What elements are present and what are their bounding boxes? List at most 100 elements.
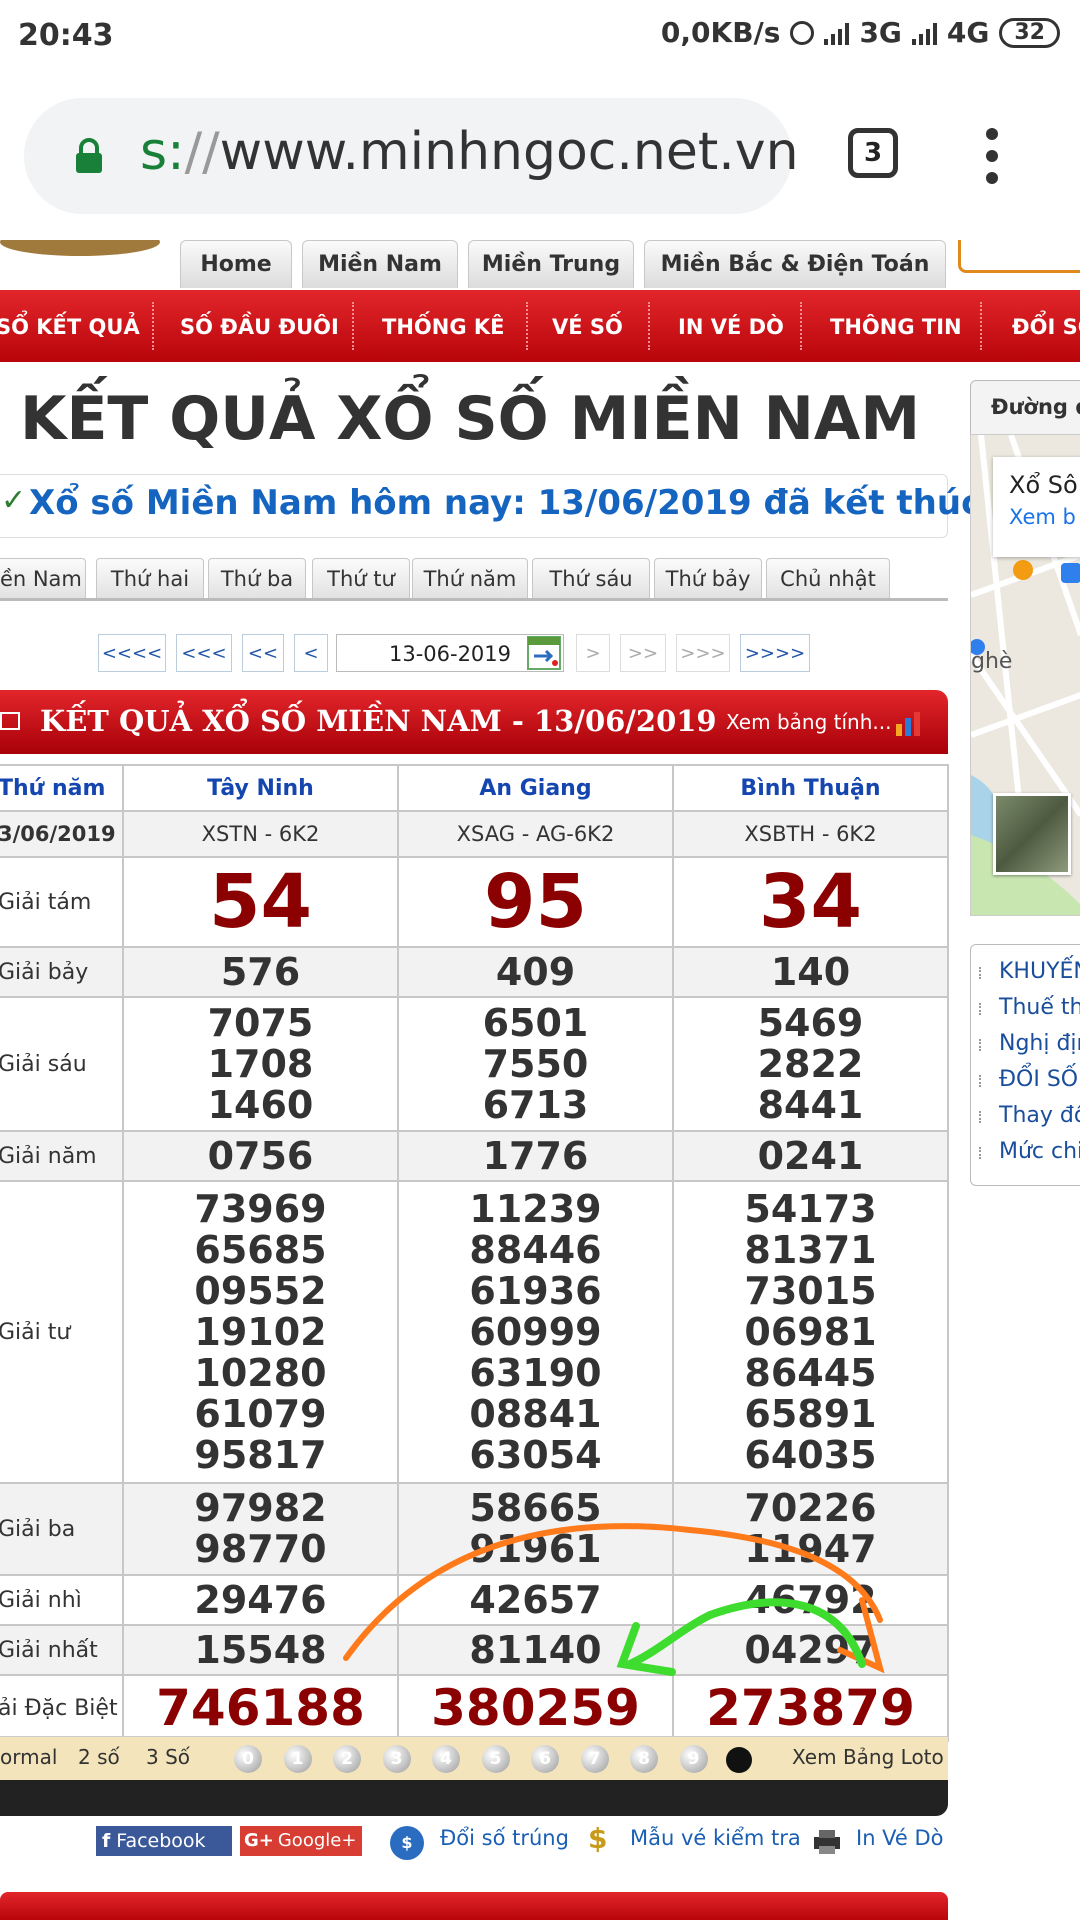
province-row: Thứ năm Tây Ninh An Giang Bình Thuận <box>0 764 949 812</box>
view-loto-link[interactable]: Xem Bảng Loto <box>792 1745 944 1769</box>
pager-prev[interactable]: < <box>294 634 328 672</box>
prize-row: Giải tư 73969 65685 09552 19102 10280 61079 958… <box>0 1180 949 1484</box>
info-link[interactable]: Nghị định <box>978 1031 1080 1056</box>
menu-doi-so[interactable]: ĐỔI SỐ <box>1012 290 1080 362</box>
google-plus-button[interactable]: G+ Google+ <box>240 1826 362 1856</box>
pager-next-3[interactable]: >>> <box>676 634 730 672</box>
prize-number: 70226 <box>744 1486 877 1530</box>
site-tab-mien-trung[interactable]: Miền Trung <box>468 240 634 288</box>
loto-ball[interactable]: 7 <box>580 1745 609 1773</box>
prize-cell: 29476 <box>122 1574 399 1626</box>
mode-normal[interactable]: ormal <box>0 1745 57 1769</box>
prize-row: Giải nhất 15548 81140 04297 <box>0 1624 949 1676</box>
prize-number: 81140 <box>469 1627 602 1672</box>
loto-ball[interactable]: 0 <box>234 1745 262 1773</box>
prize-number: 46792 <box>744 1577 877 1622</box>
loto-ball[interactable]: 2 <box>333 1745 361 1773</box>
menu-thong-ke[interactable]: THỐNG KÊ <box>382 290 505 362</box>
info-link[interactable]: Thay đổi <box>978 1103 1080 1128</box>
in-ve-link[interactable]: In Vé Dò <box>856 1826 944 1850</box>
prize-label: Giải nhất <box>0 1624 124 1676</box>
doi-so-link[interactable]: Đổi số trúng <box>440 1826 569 1850</box>
prize-number: 06981 <box>744 1309 877 1354</box>
day-tab-thu-sau[interactable]: Thứ sáu <box>532 558 650 598</box>
view-table-link[interactable]: Xem bảng tính... <box>726 710 891 734</box>
site-tab-home[interactable]: Home <box>180 240 292 288</box>
pager-next[interactable]: > <box>576 634 610 672</box>
pager-last[interactable]: >>>> <box>740 634 810 672</box>
menu-so-dau-duoi[interactable]: SỐ ĐẦU ĐUÔI <box>180 290 339 362</box>
tab-switcher-button[interactable]: 3 <box>848 128 898 178</box>
day-tab-thu-ba[interactable]: Thứ ba <box>208 558 306 598</box>
prize-number: 08841 <box>469 1391 602 1436</box>
menu-so-ket-qua[interactable]: SỔ KẾT QUẢ <box>0 290 140 362</box>
info-link[interactable]: Mức chi <box>978 1139 1080 1164</box>
menu-thong-tin[interactable]: THÔNG TIN <box>830 290 962 362</box>
overflow-menu-icon[interactable] <box>986 128 998 184</box>
notice-text[interactable]: Xổ số Miền Nam hôm nay: 13/06/2019 đã kế… <box>29 483 1023 523</box>
url-text[interactable]: s://www.minhngoc.net.vn <box>140 122 799 182</box>
map-card-title: Xổ Sô <box>1009 471 1078 499</box>
prize-number: 140 <box>770 949 851 994</box>
pager-first[interactable]: <<<< <box>98 634 166 672</box>
day-tab-thu-bay[interactable]: Thứ bảy <box>654 558 762 598</box>
loto-ball[interactable]: 1 <box>283 1745 312 1773</box>
pager-next-2[interactable]: >> <box>620 634 666 672</box>
bar-chart-icon[interactable] <box>894 710 926 736</box>
menu-in-ve-do[interactable]: IN VÉ DÒ <box>678 290 784 362</box>
prize-number: 11947 <box>744 1527 877 1571</box>
prize-number: 95817 <box>194 1432 327 1477</box>
mode-3-so[interactable]: 3 Số <box>146 1745 190 1769</box>
facebook-button[interactable]: f Facebook <box>96 1826 232 1856</box>
map-widget[interactable]: Xổ Sô Xem b ghè <box>970 434 1080 916</box>
info-link[interactable]: KHUYẾN <box>979 959 1080 984</box>
prize-number: 0756 <box>207 1133 314 1178</box>
prize-number: 88446 <box>469 1227 602 1272</box>
prize-label: Giải tư <box>0 1180 124 1484</box>
info-link[interactable]: ĐỔI SỐ T <box>979 1067 1080 1092</box>
prize-number: 1460 <box>207 1082 314 1127</box>
prize-number: 61936 <box>469 1268 602 1313</box>
satellite-thumbnail[interactable] <box>993 793 1071 875</box>
site-tab-mien-nam[interactable]: Miền Nam <box>302 240 458 288</box>
notice-banner[interactable]: ✓ Xổ số Miền Nam hôm nay: 13/06/2019 đã … <box>0 474 1023 538</box>
network-type-1: 3G <box>859 16 902 49</box>
prize-label: Giải nhì <box>0 1574 124 1626</box>
province-name[interactable]: An Giang <box>397 764 674 812</box>
loto-ball[interactable]: 5 <box>481 1745 510 1773</box>
day-tab-thu-tu[interactable]: Thứ tư <box>312 558 410 598</box>
day-tab-mien-nam[interactable]: iền Nam <box>0 558 86 598</box>
day-tab-chu-nhat[interactable]: Chủ nhật <box>766 558 890 598</box>
pager-prev-3[interactable]: <<< <box>176 634 232 672</box>
loto-ball[interactable]: 4 <box>432 1745 460 1773</box>
province-name[interactable]: Tây Ninh <box>122 764 399 812</box>
loto-ball[interactable]: 3 <box>382 1745 411 1773</box>
menu-ve-so[interactable]: VÉ SỐ <box>552 290 623 362</box>
mode-2-so[interactable]: 2 số <box>78 1745 120 1769</box>
info-links: KHUYẾN Thuế thu Nghị định ĐỔI SỐ T Thay … <box>970 944 1080 1186</box>
info-link[interactable]: Thuế thu <box>978 995 1080 1020</box>
results-footer <box>0 1780 948 1816</box>
site-tab-mien-bac[interactable]: Miền Bắc & Điện Toán <box>644 240 946 288</box>
yin-yang-icon[interactable] <box>726 1747 752 1773</box>
calendar-icon[interactable] <box>526 634 562 672</box>
results-header: KẾT QUẢ XỔ SỐ MIỀN NAM - 13/06/2019 Xem … <box>0 690 948 754</box>
header-widget <box>958 240 1080 273</box>
prize-row: Giải ba 97982 98770 58665 91961 70226 11947 <box>0 1482 949 1576</box>
pager-prev-2[interactable]: << <box>242 634 284 672</box>
day-tab-thu-nam[interactable]: Thứ năm <box>412 558 528 598</box>
address-bar[interactable]: s://www.minhngoc.net.vn <box>24 98 799 214</box>
loto-ball[interactable]: 6 <box>531 1745 559 1773</box>
prize-number: 5469 <box>757 1000 864 1045</box>
map-card-link[interactable]: Xem b <box>1009 505 1076 529</box>
loto-ball[interactable]: 9 <box>679 1745 708 1773</box>
prize-cell: 6501 7550 6713 <box>397 996 674 1132</box>
prize-cell: 7075 1708 1460 <box>122 996 399 1132</box>
prize-number: 6713 <box>482 1082 589 1127</box>
loto-ball[interactable]: 8 <box>630 1745 658 1773</box>
map-info-card[interactable]: Xổ Sô Xem b <box>993 457 1080 557</box>
day-tab-thu-hai[interactable]: Thứ hai <box>96 558 204 598</box>
mau-ve-link[interactable]: Mẫu vé kiểm tra <box>630 1826 801 1850</box>
prize-number: 409 <box>495 949 576 994</box>
province-name[interactable]: Bình Thuận <box>672 764 949 812</box>
